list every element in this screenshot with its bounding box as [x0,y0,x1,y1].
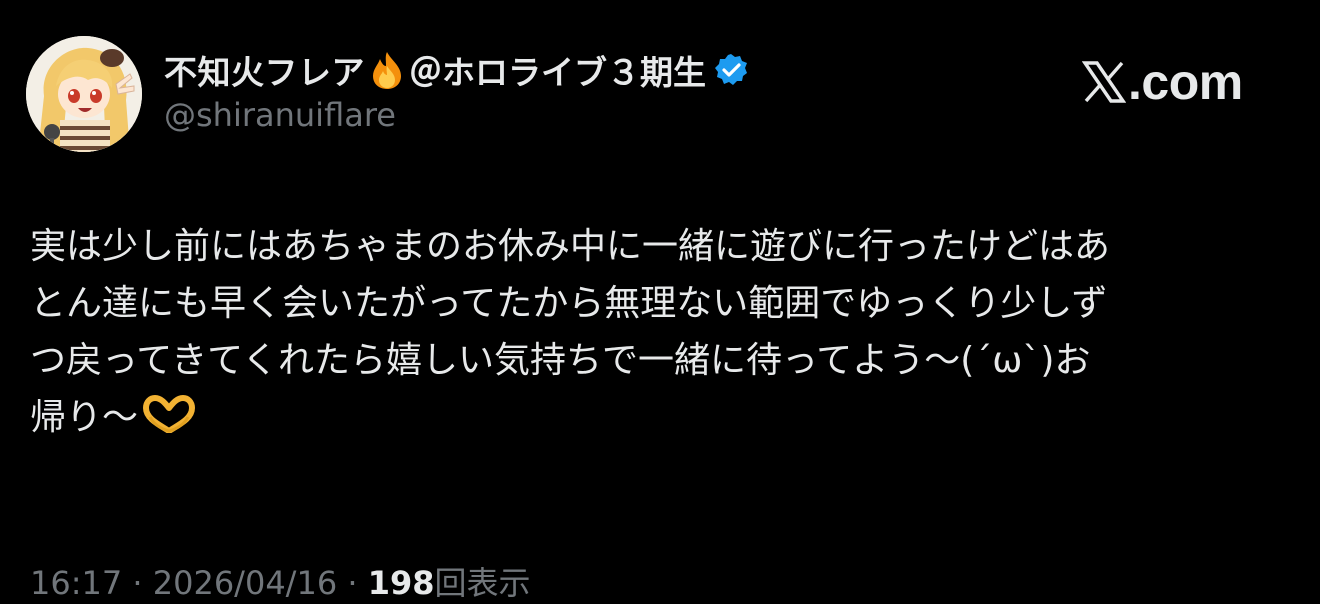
author-name-row[interactable]: 不知火フレア ＠ホロライブ３期生 [164,46,748,94]
heart-hands-icon [142,395,196,433]
views-label: 回表示 [434,564,531,602]
tweet-line: 実は少し前にはあちゃまのお休み中に一緒に遊びに行ったけどはあ [30,226,1111,267]
display-name-suffix[interactable]: ＠ホロライブ３期生 [409,46,706,94]
avatar-image [26,36,142,152]
meta-separator: · [122,564,153,602]
views-count: 198 [367,564,435,602]
x-logo-text: .com [1128,54,1243,110]
fire-icon [369,50,405,90]
author-handle[interactable]: @shiranuiflare [164,96,396,134]
meta-separator: · [337,564,368,602]
tweet-date[interactable]: 2026/04/16 [153,564,337,602]
x-com-logo: .com [1082,52,1243,112]
tweet-line-text: 帰り〜 [30,397,139,438]
x-logo-icon [1082,61,1126,103]
avatar[interactable] [26,36,142,152]
tweet-line: とん達にも早く会いたがってたから無理ない範囲でゆっくり少しず [30,283,1108,324]
tweet-line-last: 帰り〜 [30,389,1300,446]
verified-badge-icon [714,53,748,87]
tweet-meta: 16:17 · 2026/04/16 · 198回表示 [30,558,531,604]
tweet-text: 実は少し前にはあちゃまのお休み中に一緒に遊びに行ったけどはあ とん達にも早く会い… [30,218,1300,446]
display-name[interactable]: 不知火フレア [164,46,365,94]
tweet-line: つ戻ってきてくれたら嬉しい気持ちで一緒に待ってよう〜(ˊωˋ)お [30,340,1091,381]
tweet-time[interactable]: 16:17 [30,564,122,602]
